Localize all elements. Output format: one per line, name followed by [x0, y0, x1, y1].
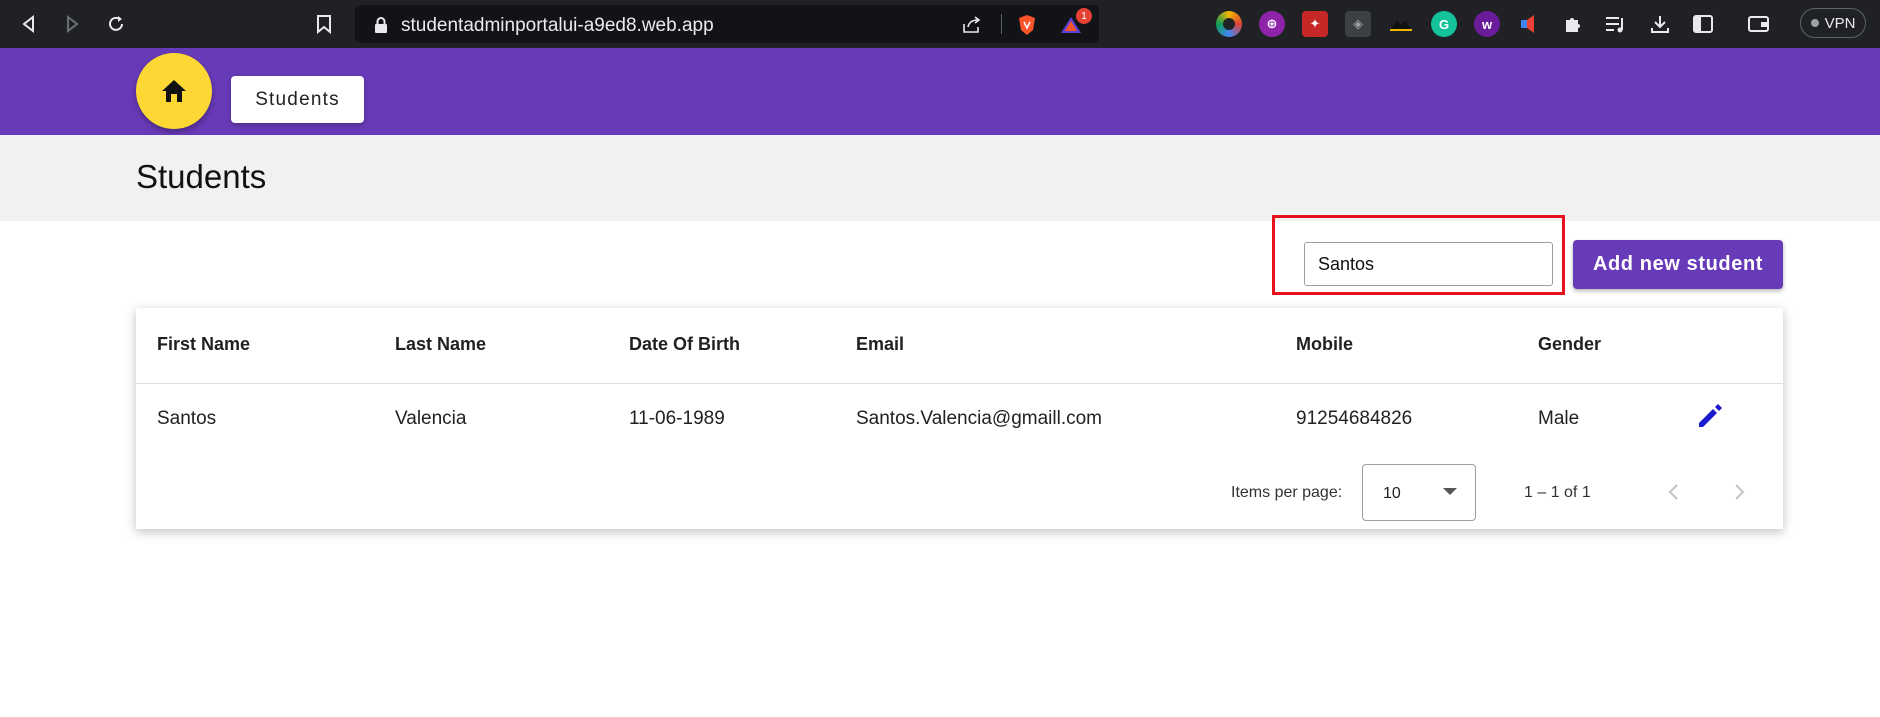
playlist-icon[interactable]: [1603, 11, 1629, 37]
reload-icon[interactable]: [102, 10, 130, 38]
page-range-label: 1 – 1 of 1: [1524, 484, 1591, 501]
chevron-left-icon: [1668, 484, 1678, 500]
bookmark-icon[interactable]: [310, 10, 338, 38]
home-button[interactable]: [136, 53, 212, 129]
chevron-right-icon: [1735, 484, 1745, 500]
sidebar-icon[interactable]: [1690, 11, 1716, 37]
dropdown-arrow-icon: [1443, 488, 1457, 495]
forward-icon[interactable]: [58, 10, 86, 38]
url-divider: [1001, 14, 1002, 34]
wordtune-icon[interactable]: w: [1474, 11, 1500, 37]
search-input[interactable]: [1304, 242, 1553, 286]
download-icon[interactable]: [1647, 11, 1673, 37]
back-icon[interactable]: [15, 10, 43, 38]
column-header-email[interactable]: Email: [856, 334, 904, 355]
ublock-extension-icon[interactable]: ✦: [1302, 11, 1328, 37]
previous-page-button[interactable]: [1656, 474, 1692, 510]
share-icon[interactable]: [961, 14, 983, 36]
column-header-mobile[interactable]: Mobile: [1296, 334, 1353, 355]
brave-shield-icon[interactable]: [1016, 14, 1038, 36]
browser-toolbar: studentadminportalui-a9ed8.web.app 1 ⊕ ✦…: [0, 0, 1880, 48]
column-header-first-name[interactable]: First Name: [157, 334, 250, 355]
api-extension-icon[interactable]: ⊕: [1259, 11, 1285, 37]
dark-mode-extension-icon[interactable]: [1388, 11, 1414, 37]
students-nav-button[interactable]: Students: [231, 76, 364, 123]
add-new-student-button[interactable]: Add new student: [1573, 240, 1783, 289]
cell-first-name: Santos: [157, 408, 217, 429]
items-per-page-label: Items per page:: [1231, 484, 1343, 501]
cell-last-name: Valencia: [395, 408, 467, 429]
cell-gender: Male: [1538, 408, 1580, 429]
edit-icon[interactable]: [1694, 400, 1726, 432]
volume-extension-icon[interactable]: [1517, 11, 1543, 37]
extensions-puzzle-icon[interactable]: [1560, 11, 1586, 37]
address-bar[interactable]: studentadminportalui-a9ed8.web.app 1: [355, 5, 1099, 43]
wallet-icon[interactable]: [1746, 11, 1772, 37]
vpn-label: VPN: [1824, 14, 1856, 32]
grammarly-icon[interactable]: G: [1431, 11, 1457, 37]
cell-mobile: 91254684826: [1296, 408, 1413, 429]
column-header-last-name[interactable]: Last Name: [395, 334, 486, 355]
home-icon: [162, 80, 186, 102]
shield-extension-icon[interactable]: ◈: [1345, 11, 1371, 37]
color-extension-icon[interactable]: [1216, 11, 1242, 37]
title-band: [0, 135, 1880, 221]
column-header-date-of-birth[interactable]: Date Of Birth: [629, 334, 740, 355]
cell-date-of-birth: 11-06-1989: [629, 408, 725, 429]
url-text: studentadminportalui-a9ed8.web.app: [401, 15, 714, 36]
lock-icon: [370, 14, 392, 36]
rewards-badge: 1: [1076, 8, 1092, 24]
next-page-button[interactable]: [1721, 474, 1757, 510]
column-header-gender[interactable]: Gender: [1538, 334, 1601, 355]
page-title: Students: [136, 158, 267, 195]
vpn-status-dot: [1810, 19, 1819, 27]
table-header-divider: [136, 383, 1783, 384]
cell-email: Santos.Valencia@gmaill.com: [856, 408, 1102, 429]
vpn-button[interactable]: VPN: [1800, 8, 1866, 38]
items-per-page-value: 10: [1383, 485, 1401, 502]
items-per-page-select[interactable]: 10: [1362, 464, 1476, 521]
